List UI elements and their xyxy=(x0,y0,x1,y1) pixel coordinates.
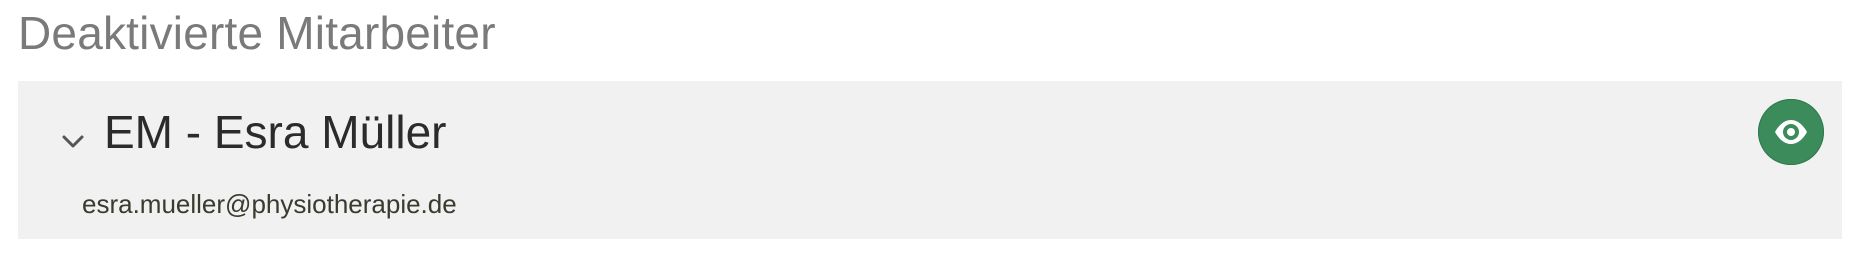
eye-icon xyxy=(1775,120,1807,144)
chevron-down-icon xyxy=(62,135,84,148)
employee-email: esra.mueller@physiotherapie.de xyxy=(82,189,457,219)
section-title: Deaktivierte Mitarbeiter xyxy=(18,7,496,59)
employee-card: EM - Esra Müller esra.mueller@physiother… xyxy=(18,81,1842,239)
view-button[interactable] xyxy=(1758,99,1824,165)
expand-toggle[interactable] xyxy=(51,119,95,163)
employee-name: EM - Esra Müller xyxy=(104,106,447,158)
